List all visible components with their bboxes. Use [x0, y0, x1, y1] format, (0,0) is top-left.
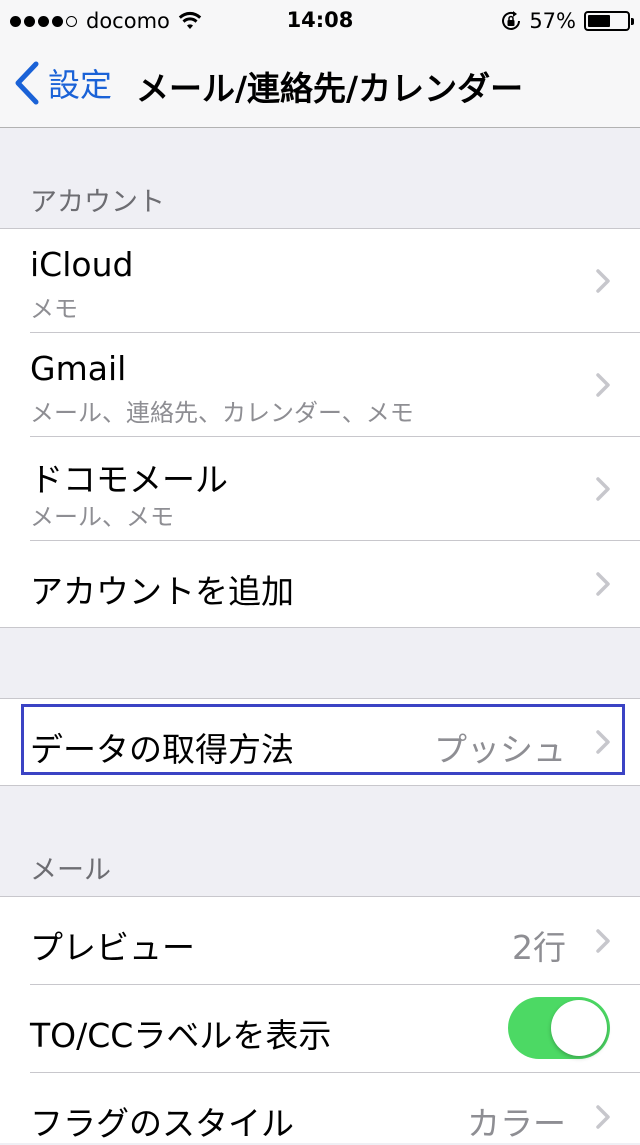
chevron-right-icon: [596, 1105, 610, 1129]
account-row-docomo-mail[interactable]: ドコモメール メール、メモ: [0, 437, 640, 541]
account-subtitle: メール、メモ: [30, 503, 174, 531]
chevron-right-icon: [596, 477, 610, 501]
account-row-icloud[interactable]: iCloud メモ: [0, 229, 640, 333]
account-title: iCloud: [30, 245, 134, 284]
chevron-right-icon: [596, 730, 610, 754]
mail-group: プレビュー 2行 TO/CCラベルを表示 フラグのスタイル カラー: [0, 896, 640, 1143]
account-title: ドコモメール: [30, 460, 228, 499]
battery-area: 57%: [499, 7, 634, 35]
section-header-mail: メール: [30, 855, 111, 886]
accounts-group: iCloud メモ Gmail メール、連絡先、カレンダー、メモ ドコモメール …: [0, 228, 640, 628]
flag-style-label: フラグのスタイル: [30, 1104, 294, 1143]
battery-icon: [584, 11, 634, 31]
account-title: Gmail: [30, 349, 127, 388]
navigation-bar: 設定 メール/連絡先/カレンダー: [0, 40, 640, 128]
to-cc-label-row: TO/CCラベルを表示: [0, 985, 640, 1073]
status-bar: docomo 14:08 57%: [0, 0, 640, 40]
fetch-group: データの取得方法 プッシュ: [0, 698, 640, 786]
toggle-knob: [551, 1000, 607, 1056]
chevron-right-icon: [596, 269, 610, 293]
flag-style-row[interactable]: フラグのスタイル カラー: [0, 1073, 640, 1143]
flag-style-value: カラー: [467, 1104, 566, 1143]
fetch-new-data-label: データの取得方法: [30, 730, 294, 769]
account-subtitle: メール、連絡先、カレンダー、メモ: [30, 399, 414, 427]
chevron-right-icon: [596, 929, 610, 953]
account-subtitle: メモ: [30, 295, 78, 323]
section-header-accounts: アカウント: [30, 187, 165, 218]
back-button[interactable]: 設定: [14, 60, 112, 106]
chevron-right-icon: [596, 572, 610, 596]
add-account-label: アカウントを追加: [30, 572, 294, 611]
preview-label: プレビュー: [30, 928, 195, 967]
rotation-lock-icon: [502, 11, 521, 30]
preview-value: 2行: [512, 928, 566, 967]
fetch-new-data-row[interactable]: データの取得方法 プッシュ: [0, 699, 640, 785]
battery-percent: 57%: [529, 9, 576, 33]
to-cc-label: TO/CCラベルを表示: [30, 1016, 332, 1055]
battery-fill: [588, 15, 610, 27]
chevron-left-icon: [15, 61, 39, 105]
page-title: メール/連絡先/カレンダー: [136, 69, 524, 108]
preview-row[interactable]: プレビュー 2行: [0, 897, 640, 985]
fetch-new-data-value: プッシュ: [434, 730, 566, 769]
to-cc-toggle[interactable]: [508, 997, 610, 1059]
account-row-gmail[interactable]: Gmail メール、連絡先、カレンダー、メモ: [0, 333, 640, 437]
back-button-label: 設定: [48, 66, 113, 104]
add-account-row[interactable]: アカウントを追加: [0, 541, 640, 627]
chevron-right-icon: [596, 373, 610, 397]
